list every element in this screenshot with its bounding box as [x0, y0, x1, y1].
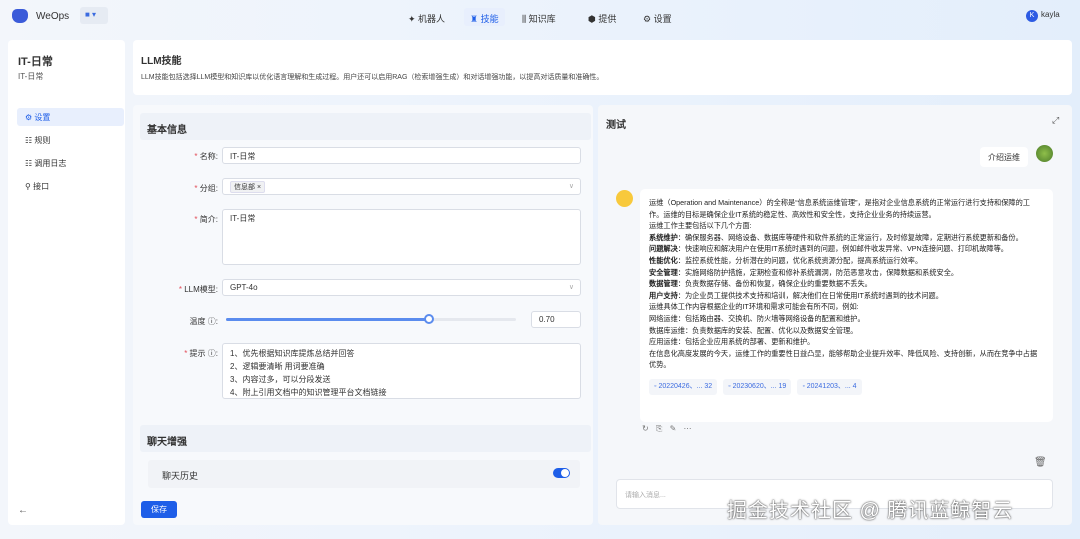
bot-message: 运维（Operation and Maintenance）的全称是“信息系统运维… [640, 189, 1053, 422]
sidebar-item-rules[interactable]: ☷ 规则 [17, 131, 124, 149]
save-button[interactable]: 保存 [141, 501, 177, 518]
model-label: * LLM模型: [178, 285, 218, 294]
nav-settings[interactable]: ⚙ 设置 [637, 8, 678, 26]
reply-paragraph: 在信息化高度发展的今天，运维工作的重要性日益凸显，能够帮助企业提升效率、降低风险… [649, 348, 1038, 370]
reference-link[interactable]: ◦ 20230620、... 19 [723, 378, 792, 395]
skill-title: IT-日常 [18, 56, 53, 68]
reply-paragraph: 应用运维：包括企业应用系统的部署、更新和维护。 [649, 337, 815, 347]
sidebar-item-logs[interactable]: ☷ 调用日志 [17, 154, 124, 172]
section-basic-info: 基本信息 [140, 113, 591, 140]
slider-handle[interactable] [424, 314, 434, 324]
collapse-back-icon[interactable]: ← [18, 505, 28, 516]
reference-link[interactable]: ◦ 20220426、... 32 [649, 378, 718, 395]
gear-icon: ⚙ [25, 113, 33, 122]
reply-paragraph: 运维工作主要包括以下几个方面: [649, 221, 752, 231]
group-label: * 分组: [194, 184, 218, 193]
more-icon[interactable]: ⋯ [684, 424, 692, 433]
skill-subtitle: IT-日常 [18, 72, 44, 81]
link-icon: ⚲ [25, 182, 31, 191]
reply-paragraph: 网络运维：包括路由器、交换机、防火墙等网络设备的配置和维护。 [649, 313, 865, 323]
page-title: LLM技能 [141, 56, 182, 67]
nav-robot[interactable]: ✦ 机器人 [402, 8, 451, 26]
prompt-textarea[interactable]: 1、优先根据知识库提炼总结并回答 2、逻辑要清晰 用词要准确 3、内容过多，可以分段… [222, 343, 581, 399]
reply-paragraph: 安全管理：实施网络防护措施，定期检查和修补系统漏洞，防范恶意攻击，保障数据和系统… [649, 267, 959, 277]
reply-paragraph: 用户支持：为企业员工提供技术支持和培训，解决他们在日常使用IT系统时遇到的技术问… [649, 290, 943, 300]
nav-provider[interactable]: ⬢ 提供 [582, 8, 622, 26]
trash-icon[interactable]: 🗑 [1034, 457, 1047, 468]
reference-link[interactable]: ◦ 20241203、... 4 [797, 378, 862, 395]
model-select[interactable]: GPT-4o ∨ [222, 279, 581, 296]
reply-paragraph: 数据库运维：负责数据库的安装、配置、优化以及数据安全管理。 [649, 325, 858, 335]
reply-paragraph: 问题解决：快速响应和解决用户在使用IT系统时遇到的问题，例如邮件收发异常、VPN… [649, 244, 1008, 254]
copy-icon[interactable]: ⎘ [656, 424, 662, 433]
temperature-slider[interactable] [226, 314, 516, 324]
user-menu[interactable]: Kkayla [1026, 10, 1060, 22]
intro-label: * 简介: [194, 215, 218, 224]
test-title: 测试 [606, 120, 626, 131]
group-select[interactable]: 信息部 × ∨ [222, 178, 581, 195]
log-icon: ☷ [25, 159, 33, 168]
reference-list: ◦ 20220426、... 32 ◦ 20230620、... 19 ◦ 2024… [649, 378, 1044, 395]
weops-logo-icon [12, 9, 28, 23]
rules-icon: ☷ [25, 136, 33, 145]
sidebar: IT-日常 IT-日常 ⚙ 设置 ☷ 规则 ☷ 调用日志 ⚲ 接口 [8, 40, 125, 525]
provider-icon: ⬢ [588, 14, 599, 24]
reply-paragraph: 运维具体工作内容根据企业的IT环境和需求可能会有所不同，例如: [649, 302, 859, 312]
nav-skill[interactable]: ♜ 技能 [464, 8, 505, 26]
message-actions: ↻ ⎘ ✎ ⋯ [642, 424, 692, 434]
brand-name: WeOps [36, 11, 70, 22]
robot-icon: ✦ [408, 14, 419, 24]
page-header: LLM技能 LLM技能包括选择LLM模型和知识库以优化语言理解和生成过程。用户还… [133, 40, 1072, 95]
library-icon: ⫼ [522, 14, 529, 24]
regenerate-icon[interactable]: ↻ [642, 424, 649, 433]
chat-history-row: 聊天历史 [148, 460, 580, 488]
reply-paragraph: 运维（Operation and Maintenance）的全称是“信息系统运维… [649, 198, 1030, 219]
top-bar: WeOps ■ ▾ ✦ 机器人 ♜ 技能 ⫼ 知识库 ⬢ 提供 ⚙ 设置 Kka… [0, 0, 1080, 34]
reply-paragraph: 数据管理：负责数据存储、备份和恢复，确保企业的重要数据不丢失。 [649, 279, 872, 289]
section-chat-enhance: 聊天增强 [140, 425, 591, 452]
user-message: 介绍运维 [980, 147, 1028, 167]
reply-paragraph: 系统维护：确保服务器、网络设备、数据库等硬件和软件系统的正常运行，及时修复故障，… [649, 232, 1023, 242]
reply-paragraph: 性能优化：监控系统性能，分析潜在的问题，优化系统资源分配，提高系统运行效率。 [649, 255, 923, 265]
group-tag[interactable]: 信息部 × [230, 181, 266, 193]
avatar: K [1026, 10, 1038, 22]
slider-fill [226, 318, 429, 321]
gear-icon: ⚙ [643, 14, 654, 24]
edit-icon[interactable]: ✎ [670, 424, 677, 433]
user-avatar [1036, 145, 1053, 162]
sidebar-item-settings[interactable]: ⚙ 设置 [17, 108, 124, 126]
watermark: 掘金技术社区 @ 腾讯蓝鲸智云 [727, 500, 1014, 522]
name-input[interactable]: IT-日常 [222, 147, 581, 164]
temperature-input[interactable]: 0.70 [531, 311, 581, 328]
nav-knowledge[interactable]: ⫼ 知识库 [516, 8, 562, 26]
sidebar-item-api[interactable]: ⚲ 接口 [17, 177, 124, 195]
chevron-down-icon: ∨ [568, 183, 574, 190]
name-label: * 名称: [194, 152, 218, 161]
intro-textarea[interactable]: IT-日常 [222, 209, 581, 265]
expand-icon[interactable]: ⤢ [1052, 115, 1059, 126]
prompt-label: * 提示 ⓘ: [184, 349, 218, 358]
page-description: LLM技能包括选择LLM模型和知识库以优化语言理解和生成过程。用户还可以启用RA… [141, 74, 604, 81]
chat-history-toggle[interactable] [553, 468, 570, 478]
skill-icon: ♜ [470, 14, 481, 24]
bot-avatar-icon [616, 190, 633, 207]
app-switcher-button[interactable]: ■ ▾ [80, 7, 108, 24]
temperature-label: 温度 ⓘ: [189, 317, 218, 326]
chevron-down-icon: ∨ [568, 284, 574, 291]
